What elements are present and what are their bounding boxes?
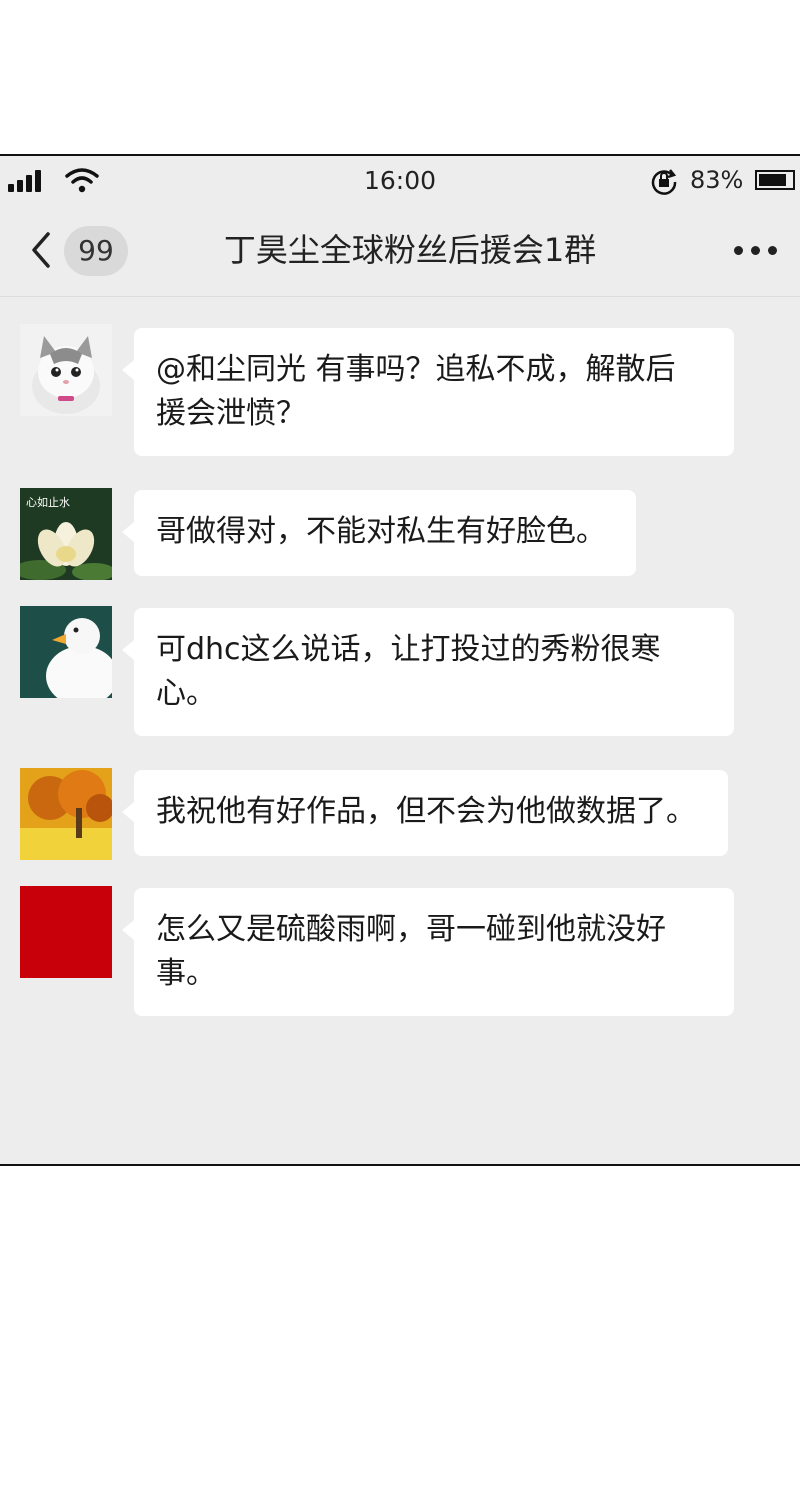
message-bubble[interactable]: 怎么又是硫酸雨啊，哥一碰到他就没好 事。 bbox=[122, 888, 734, 1016]
avatar-lotus[interactable]: 心如止水 bbox=[20, 488, 112, 580]
unread-count-badge[interactable]: 99 bbox=[64, 226, 128, 276]
avatar-cat[interactable] bbox=[20, 324, 112, 416]
avatar-duck[interactable] bbox=[20, 606, 112, 698]
battery-icon bbox=[755, 170, 795, 190]
avatar-red-square[interactable] bbox=[20, 886, 112, 978]
phone-screen: 16:00 83% 99 丁昊尘全球粉丝后援会1群 @和尘同光 有事吗？追私不成… bbox=[0, 154, 800, 1166]
duck-avatar-image bbox=[20, 606, 112, 698]
back-chevron-icon[interactable] bbox=[26, 228, 56, 272]
lotus-avatar-image: 心如止水 bbox=[20, 488, 112, 580]
rotation-lock-icon bbox=[651, 169, 677, 195]
battery-percent: 83% bbox=[690, 166, 744, 194]
chat-header: 99 丁昊尘全球粉丝后援会1群 bbox=[0, 206, 800, 297]
more-options-icon[interactable] bbox=[732, 246, 780, 256]
avatar-caption: 心如止水 bbox=[26, 495, 70, 509]
chat-title: 丁昊尘全球粉丝后援会1群 bbox=[223, 231, 597, 269]
autumn-tree-avatar-image bbox=[20, 768, 112, 860]
message-bubble[interactable]: 可dhc这么说话，让打投过的秀粉很寒 心。 bbox=[122, 608, 734, 736]
message-bubble[interactable]: 我祝他有好作品，但不会为他做数据了。 bbox=[122, 770, 728, 856]
message-bubble[interactable]: 哥做得对，不能对私生有好脸色。 bbox=[122, 490, 636, 576]
avatar-autumn-tree[interactable] bbox=[20, 768, 112, 860]
cat-avatar-image bbox=[20, 324, 112, 416]
status-bar: 16:00 83% bbox=[0, 156, 800, 206]
battery-level bbox=[759, 174, 786, 186]
message-bubble[interactable]: @和尘同光 有事吗？追私不成，解散后 援会泄愤？ bbox=[122, 328, 734, 456]
status-time: 16:00 bbox=[363, 166, 437, 195]
